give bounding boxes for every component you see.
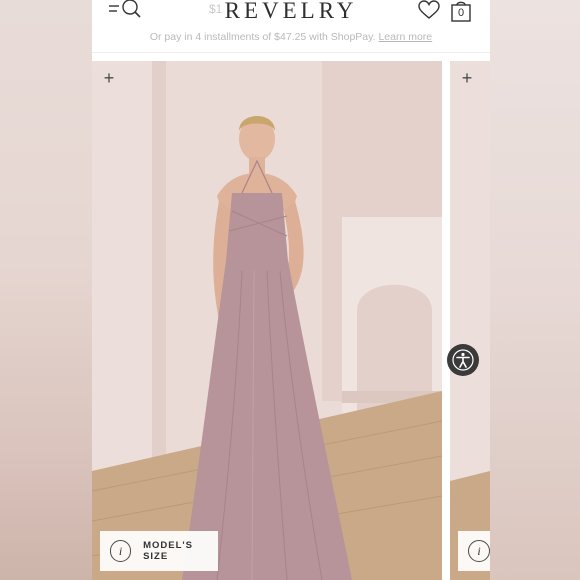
product-gallery[interactable]: + i MODEL'S SIZE + i (92, 61, 490, 580)
next-photo (450, 61, 490, 580)
plus-icon: + (461, 68, 473, 88)
info-icon: i (110, 540, 132, 562)
plus-icon: + (103, 68, 115, 88)
info-icon: i (468, 540, 490, 562)
header-divider (92, 52, 490, 53)
dress-photo (92, 61, 442, 580)
blurred-background-right (490, 0, 580, 580)
models-size-label: MODEL'S SIZE (143, 540, 193, 562)
product-image-next[interactable]: + i (450, 61, 490, 580)
models-size-button-next[interactable]: i (458, 531, 490, 571)
zoom-button[interactable]: + (98, 67, 120, 89)
blurred-background-left (0, 0, 92, 580)
product-image-main[interactable]: + i MODEL'S SIZE (92, 61, 442, 580)
cart-count: 0 (457, 7, 465, 19)
shopping-bag-icon[interactable]: 0 (450, 0, 472, 22)
heart-icon[interactable] (418, 0, 440, 20)
models-size-button[interactable]: i MODEL'S SIZE (100, 531, 218, 571)
installments-note: Or pay in 4 installments of $47.25 with … (92, 31, 490, 44)
zoom-button-next[interactable]: + (456, 67, 478, 89)
learn-more-link[interactable]: Learn more (378, 31, 432, 43)
installments-text: Or pay in 4 installments of $47.25 with … (149, 31, 376, 43)
site-header: $1 REVELRY 0 (92, 0, 490, 26)
accessibility-icon[interactable] (447, 344, 479, 376)
phone-screen: $1 REVELRY 0 Or pay in 4 installments of… (92, 0, 490, 580)
